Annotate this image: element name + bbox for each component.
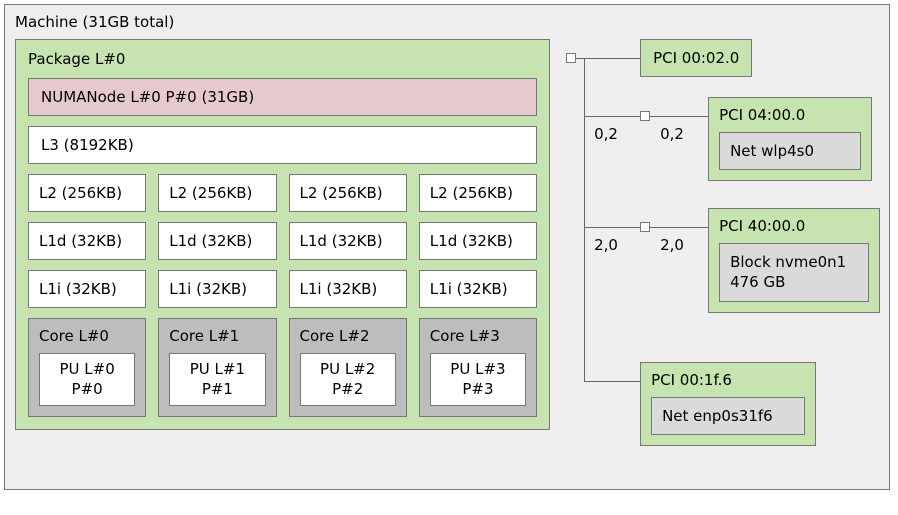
l1d-cache: L1d (32KB) bbox=[28, 222, 146, 260]
l2-cache: L2 (256KB) bbox=[419, 174, 537, 212]
pci-device: PCI 40:00.0 Block nvme0n1 476 GB bbox=[708, 208, 880, 313]
l2-row: L2 (256KB) L2 (256KB) L2 (256KB) L2 (256… bbox=[28, 174, 537, 212]
bridge-label: 0,2 bbox=[660, 125, 684, 143]
core: Core L#3 PU L#3 P#3 bbox=[419, 318, 537, 417]
pci-title: PCI 00:02.0 bbox=[653, 49, 739, 67]
l1d-cache: L1d (32KB) bbox=[419, 222, 537, 260]
l1i-cache: L1i (32KB) bbox=[158, 270, 276, 308]
l1i-cache: L1i (32KB) bbox=[28, 270, 146, 308]
l2-cache: L2 (256KB) bbox=[289, 174, 407, 212]
core-row: Core L#0 PU L#0 P#0 Core L#1 PU L#1 P#1 … bbox=[28, 318, 537, 417]
pci-device: PCI 00:1f.6 Net enp0s31f6 bbox=[640, 362, 816, 446]
tree-line bbox=[584, 58, 640, 59]
l1i-cache: L1i (32KB) bbox=[419, 270, 537, 308]
pu: PU L#2 P#2 bbox=[300, 353, 396, 406]
tree-line bbox=[584, 58, 585, 381]
l1d-cache: L1d (32KB) bbox=[289, 222, 407, 260]
machine: Machine (31GB total) Package L#0 NUMANod… bbox=[4, 4, 890, 490]
l2-cache: L2 (256KB) bbox=[158, 174, 276, 212]
tree-line bbox=[650, 116, 708, 117]
tree-node-icon bbox=[640, 222, 650, 232]
tree-line bbox=[576, 58, 584, 59]
pu: PU L#3 P#3 bbox=[430, 353, 526, 406]
pu: PU L#1 P#1 bbox=[169, 353, 265, 406]
tree-node-icon bbox=[566, 53, 576, 63]
core-title: Core L#0 bbox=[39, 327, 135, 345]
tree-line bbox=[650, 227, 708, 228]
tree-node-icon bbox=[640, 111, 650, 121]
pci-tree: PCI 00:02.0 0,2 0,2 PCI 04:00.0 Net wlp4… bbox=[562, 39, 879, 479]
numanode-title: NUMANode L#0 P#0 (31GB) bbox=[41, 88, 254, 106]
pci-device: PCI 00:02.0 bbox=[640, 39, 752, 77]
os-device: Block nvme0n1 476 GB bbox=[719, 243, 869, 302]
os-device: Net enp0s31f6 bbox=[651, 397, 805, 435]
core: Core L#0 PU L#0 P#0 bbox=[28, 318, 146, 417]
l3-cache: L3 (8192KB) bbox=[28, 126, 537, 164]
core-title: Core L#2 bbox=[300, 327, 396, 345]
package-title: Package L#0 bbox=[28, 50, 537, 68]
package: Package L#0 NUMANode L#0 P#0 (31GB) L3 (… bbox=[15, 39, 550, 430]
pu: PU L#0 P#0 bbox=[39, 353, 135, 406]
core-title: Core L#3 bbox=[430, 327, 526, 345]
tree-line bbox=[584, 381, 640, 382]
bridge-label: 2,0 bbox=[594, 236, 618, 254]
numanode: NUMANode L#0 P#0 (31GB) bbox=[28, 78, 537, 116]
core-title: Core L#1 bbox=[169, 327, 265, 345]
machine-title: Machine (31GB total) bbox=[15, 13, 879, 31]
l1d-cache: L1d (32KB) bbox=[158, 222, 276, 260]
pci-title: PCI 00:1f.6 bbox=[651, 371, 805, 389]
l1i-row: L1i (32KB) L1i (32KB) L1i (32KB) L1i (32… bbox=[28, 270, 537, 308]
tree-line bbox=[584, 227, 640, 228]
bridge-label: 0,2 bbox=[594, 125, 618, 143]
pci-device: PCI 04:00.0 Net wlp4s0 bbox=[708, 97, 872, 181]
tree-line bbox=[584, 116, 640, 117]
l1d-row: L1d (32KB) L1d (32KB) L1d (32KB) L1d (32… bbox=[28, 222, 537, 260]
l1i-cache: L1i (32KB) bbox=[289, 270, 407, 308]
l2-cache: L2 (256KB) bbox=[28, 174, 146, 212]
l3-title: L3 (8192KB) bbox=[41, 136, 134, 154]
pci-title: PCI 40:00.0 bbox=[719, 217, 869, 235]
pci-title: PCI 04:00.0 bbox=[719, 106, 861, 124]
core: Core L#2 PU L#2 P#2 bbox=[289, 318, 407, 417]
bridge-label: 2,0 bbox=[660, 236, 684, 254]
core: Core L#1 PU L#1 P#1 bbox=[158, 318, 276, 417]
os-device: Net wlp4s0 bbox=[719, 132, 861, 170]
